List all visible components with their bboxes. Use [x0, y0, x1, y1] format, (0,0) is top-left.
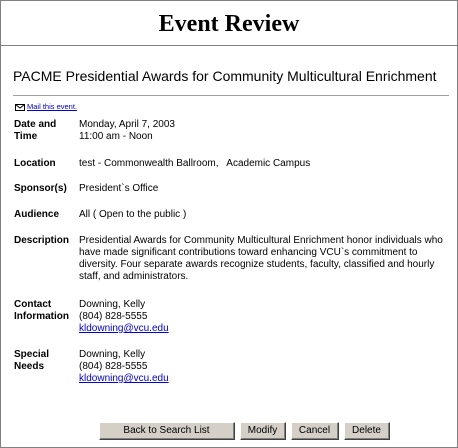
title-divider — [13, 95, 449, 96]
date-label-line2: Time — [14, 131, 38, 142]
date-label-line1: Date and — [14, 119, 57, 130]
contact-label-line1: Contact — [14, 299, 52, 310]
special-email-link[interactable]: kldowning@vcu.edu — [79, 373, 169, 384]
delete-button[interactable]: Delete — [343, 422, 390, 440]
sponsor-value-wrap: President`s Office — [79, 183, 451, 195]
contact-label-line2: Information — [14, 311, 69, 322]
date-time-label: Date and Time — [14, 119, 76, 143]
special-name: Downing, Kelly — [79, 349, 146, 360]
contact-email-link[interactable]: kldowning@vcu.edu — [79, 323, 169, 334]
audience-value-wrap: All ( Open to the public ) — [79, 209, 451, 221]
modify-button[interactable]: Modify — [239, 422, 286, 440]
event-review-frame: Event Review PACME Presidential Awards f… — [0, 0, 458, 448]
mail-event-link-row[interactable]: Mail this event. — [15, 102, 77, 112]
date-time-value: Monday, April 7, 2003 11:00 am - Noon — [79, 119, 451, 143]
special-label-line1: Special — [14, 349, 50, 360]
event-time: 11:00 am - Noon — [79, 131, 153, 142]
location-label: Location — [14, 158, 56, 169]
audience-label: Audience — [14, 209, 60, 220]
audience-value: All ( Open to the public ) — [79, 209, 187, 220]
location-value-wrap: test - Commonwealth Ballroom, Academic C… — [79, 158, 451, 170]
sponsor-value: President`s Office — [79, 183, 159, 194]
page-header: Event Review — [1, 1, 457, 46]
contact-name: Downing, Kelly — [79, 299, 146, 310]
special-needs-value: Downing, Kelly (804) 828-5555 kldowning@… — [79, 349, 451, 385]
cancel-button[interactable]: Cancel — [290, 422, 339, 440]
contact-label: Contact Information — [14, 299, 76, 323]
location-value: test - Commonwealth Ballroom, Academic C… — [79, 158, 311, 169]
sponsor-label: Sponsor(s) — [14, 183, 67, 194]
special-phone: (804) 828-5555 — [79, 361, 148, 372]
contact-value: Downing, Kelly (804) 828-5555 kldowning@… — [79, 299, 451, 335]
action-buttons: Back to Search List Modify Cancel Delete — [1, 422, 457, 440]
event-date: Monday, April 7, 2003 — [79, 119, 175, 130]
special-needs-label: Special Needs — [14, 349, 76, 373]
description-label: Description — [14, 235, 70, 246]
mail-event-link[interactable]: Mail this event. — [27, 102, 77, 112]
contact-phone: (804) 828-5555 — [79, 311, 148, 322]
page-title: Event Review — [158, 11, 300, 37]
description-value-wrap: Presidential Awards for Community Multic… — [79, 235, 451, 283]
envelope-icon — [15, 103, 25, 111]
description-value: Presidential Awards for Community Multic… — [79, 235, 443, 282]
event-title: PACME Presidential Awards for Community … — [13, 68, 437, 84]
special-label-line2: Needs — [14, 361, 45, 372]
back-to-search-list-button[interactable]: Back to Search List — [98, 422, 235, 440]
